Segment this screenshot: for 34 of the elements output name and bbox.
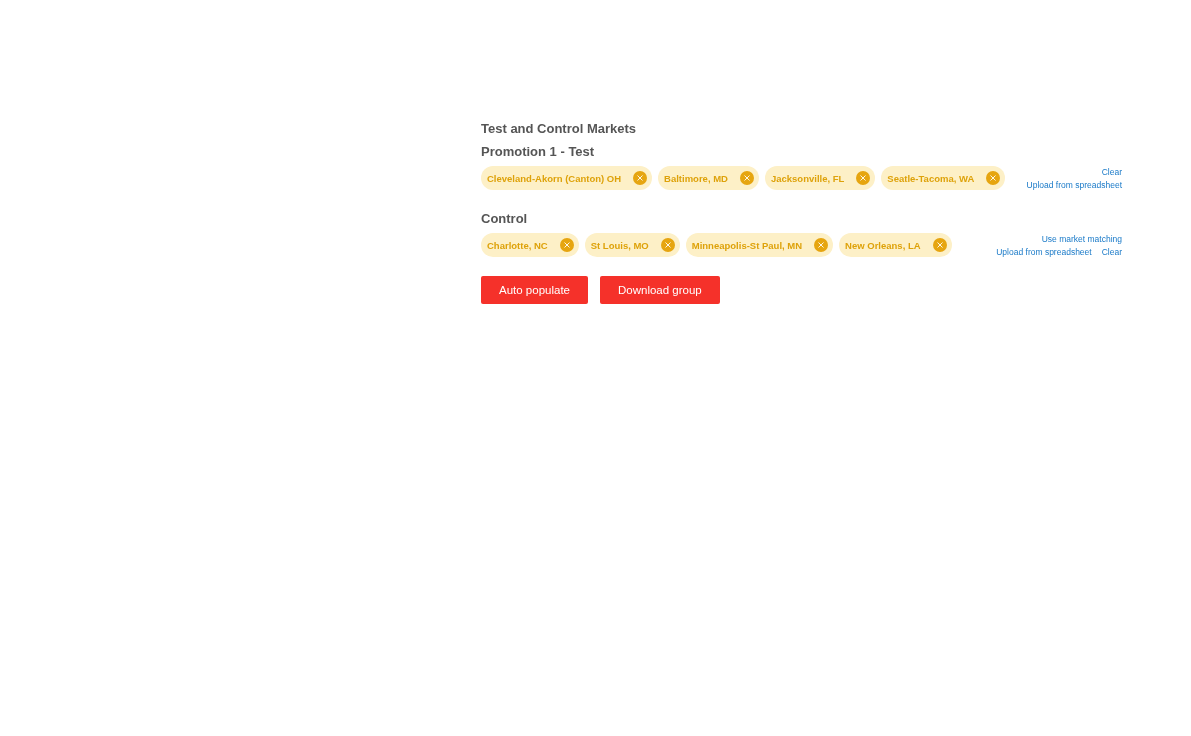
action-link[interactable]: Upload from spreadsheet (996, 246, 1092, 257)
remove-button[interactable] (739, 171, 754, 185)
action-link[interactable]: Use market matching (1041, 233, 1122, 244)
action-link[interactable]: Clear (1101, 246, 1122, 257)
close-icon (818, 242, 825, 248)
remove-button[interactable] (932, 238, 947, 252)
close-icon (743, 175, 750, 181)
action-link[interactable]: Upload from spreadsheet (1026, 179, 1122, 190)
chip-label: Charlotte, NC (487, 239, 548, 251)
group-title: Promotion 1 - Test (481, 144, 595, 159)
group-title: Control (481, 211, 528, 226)
chip-label: St Louis, MO (590, 239, 649, 251)
chip-label: Minneapolis-St Paul, MN (691, 239, 803, 251)
close-icon (563, 242, 570, 248)
action-button[interactable]: Auto populate (481, 276, 588, 304)
remove-button[interactable] (856, 171, 871, 185)
chip-label: Seatle-Tacoma, WA (887, 172, 975, 184)
close-icon (990, 175, 997, 181)
remove-button[interactable] (986, 171, 1001, 185)
remove-button[interactable] (660, 238, 675, 252)
action-link[interactable]: Clear (1101, 166, 1122, 177)
remove-button[interactable] (559, 238, 574, 252)
close-icon (860, 175, 867, 181)
close-icon (664, 242, 671, 248)
remove-button[interactable] (814, 238, 829, 252)
close-icon (936, 242, 943, 248)
chip-label: New Orleans, LA (845, 239, 921, 251)
chip-label: Jacksonville, FL (770, 172, 845, 184)
chip-label: Baltimore, MD (664, 172, 728, 184)
section-title: Test and Control Markets (481, 121, 638, 136)
action-button[interactable]: Download group (600, 276, 720, 304)
remove-button[interactable] (633, 171, 648, 185)
close-icon (637, 175, 644, 181)
chip-label: Cleveland-Akorn (Canton) OH (487, 172, 622, 184)
